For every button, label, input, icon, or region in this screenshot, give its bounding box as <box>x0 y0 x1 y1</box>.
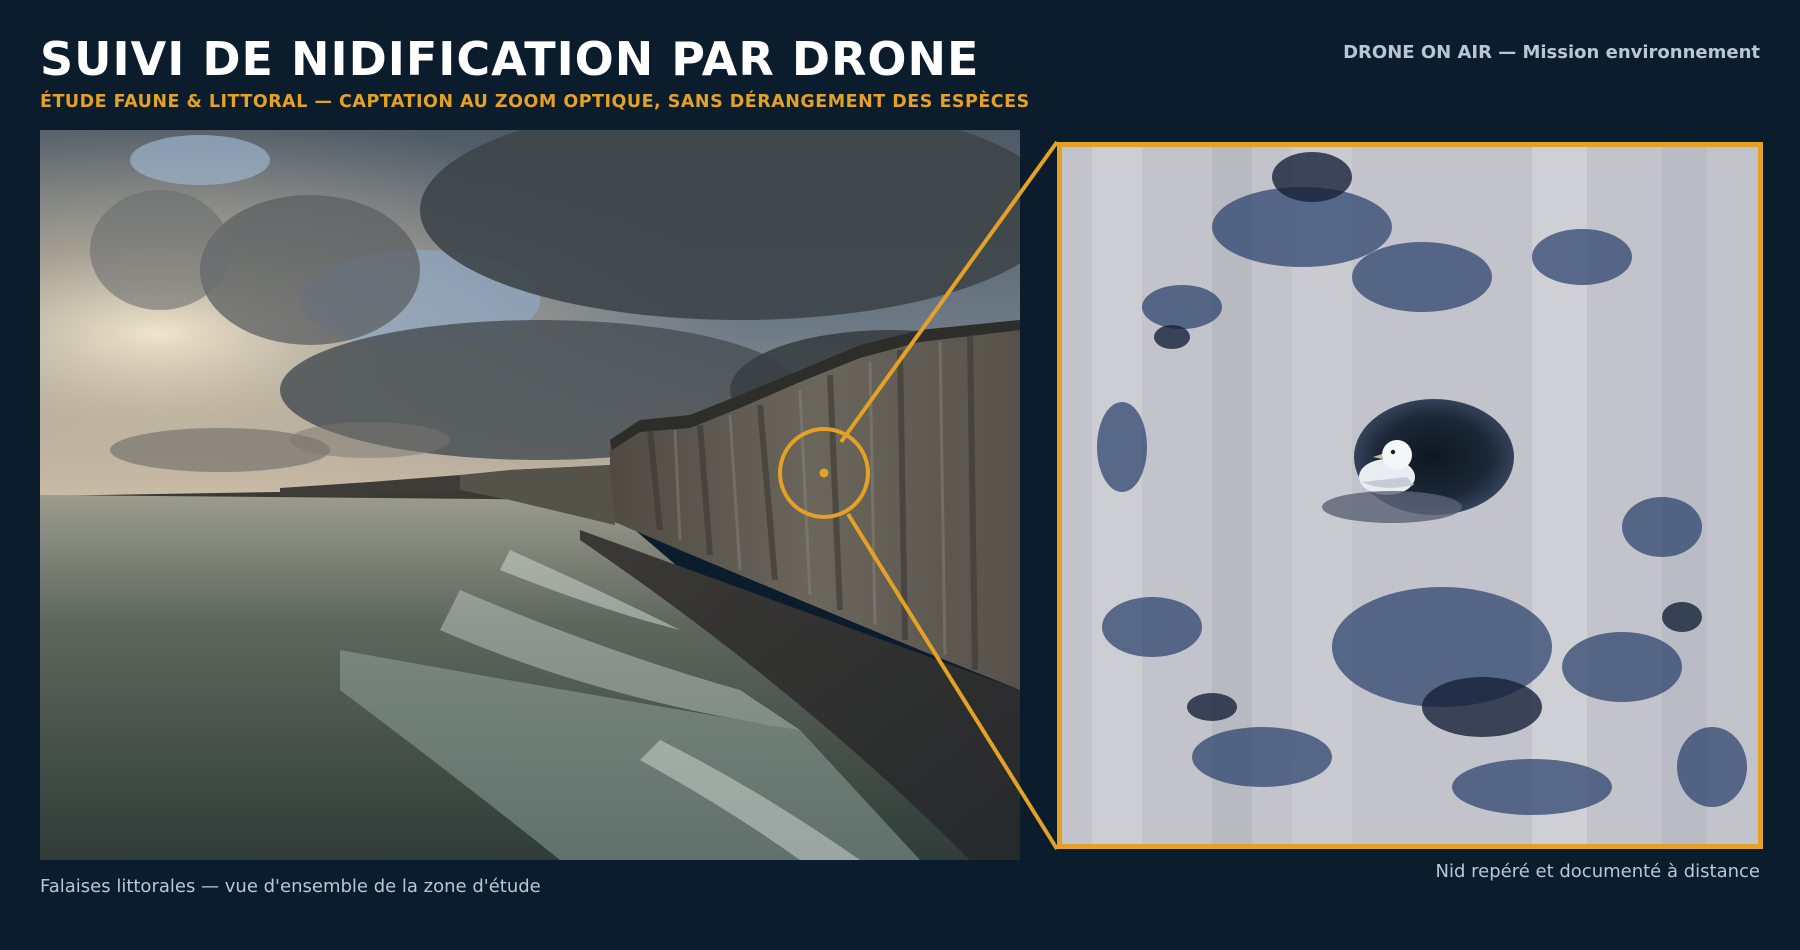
overview-photo-image <box>40 130 1020 860</box>
page-title: SUIVI DE NIDIFICATION PAR DRONE <box>40 32 980 86</box>
overview-caption: Falaises littorales — vue d'ensemble de … <box>40 876 541 897</box>
nest-zoom-image <box>1062 147 1758 844</box>
overview-photo <box>40 130 1020 860</box>
nest-zoom-photo <box>1057 142 1763 849</box>
brand-label: DRONE ON AIR — Mission environnement <box>1343 42 1760 63</box>
page-subtitle: ÉTUDE FAUNE & LITTORAL — CAPTATION AU ZO… <box>40 92 1030 112</box>
detail-caption: Nid repéré et documenté à distance <box>1435 861 1760 882</box>
